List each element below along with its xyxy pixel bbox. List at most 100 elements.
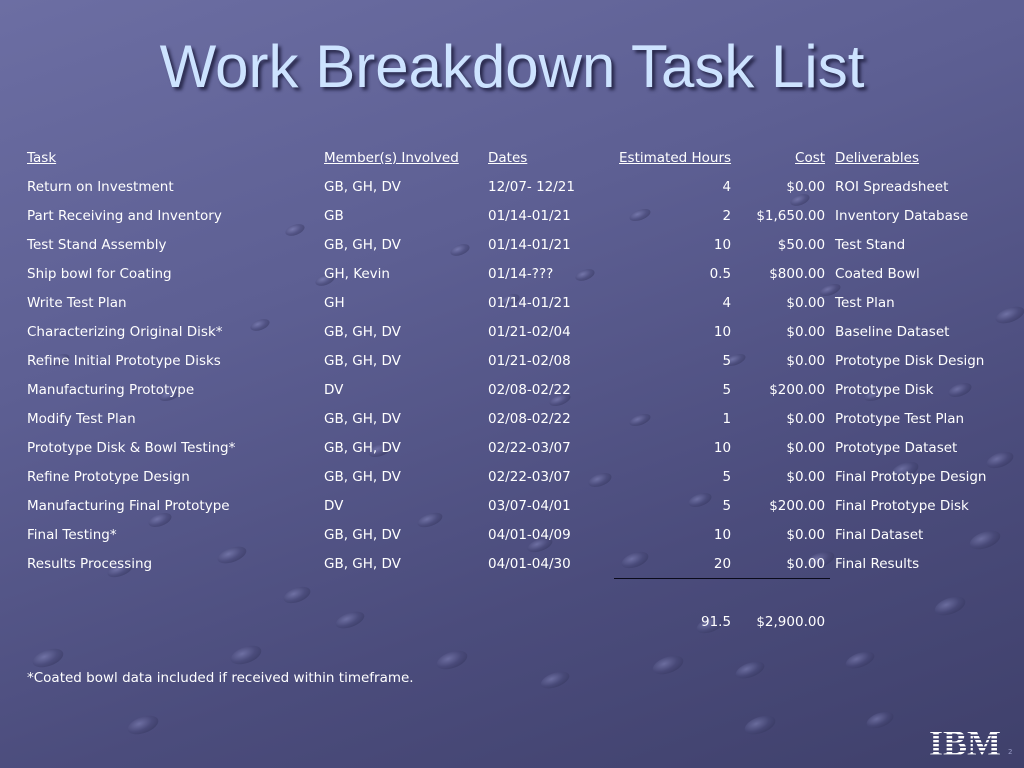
- cell-deliverables: Final Results: [835, 555, 920, 572]
- table-row: Results Processing GB, GH, DV 04/01-04/30 2…: [22, 549, 1000, 579]
- cell-task: Final Testing*: [27, 526, 117, 543]
- cell-cost: $0.00: [736, 549, 831, 579]
- cell-members: DV: [324, 381, 344, 398]
- cell-members: GB, GH, DV: [324, 526, 401, 543]
- cell-members: GH, Kevin: [324, 265, 390, 282]
- cell-hours: 1: [722, 410, 732, 427]
- cell-deliverables: Coated Bowl: [835, 265, 920, 282]
- cell-members: GB, GH, DV: [324, 468, 401, 485]
- cell-task: Part Receiving and Inventory: [27, 207, 222, 224]
- table-row: Modify Test Plan GB, GH, DV 02/08-02/22 1 $0…: [22, 404, 1000, 433]
- cell-cost: $0.00: [786, 323, 826, 340]
- spacer-row: [22, 579, 1000, 608]
- cell-hours: 10: [713, 526, 732, 543]
- cell-hours: 5: [722, 497, 732, 514]
- table-row: Return on Investment GB, GH, DV 12/07- 12/…: [22, 172, 1000, 201]
- total-empty-cell: [319, 608, 483, 637]
- table-row: Manufacturing Prototype DV 02/08-02/22 5 $20…: [22, 375, 1000, 404]
- cell-deliverables: Baseline Dataset: [835, 323, 950, 340]
- table-row: Manufacturing Final Prototype DV 03/07-04/…: [22, 491, 1000, 520]
- table-row: Refine Prototype Design GB, GH, DV 02/22-0…: [22, 462, 1000, 491]
- header-members: Member(s) Involved: [324, 149, 459, 166]
- cell-cost: $0.00: [786, 410, 826, 427]
- total-hours: 91.5: [700, 614, 732, 630]
- cell-hours: 4: [722, 294, 732, 311]
- cell-cost: $0.00: [786, 178, 826, 195]
- cell-hours: 2: [722, 207, 732, 224]
- cell-cost: $800.00: [769, 265, 826, 282]
- cell-dates: 01/21-02/08: [488, 352, 571, 369]
- total-cost: $2,900.00: [756, 614, 826, 630]
- cell-dates: 01/14-01/21: [488, 294, 571, 311]
- cell-members: GH: [324, 294, 345, 311]
- task-table: Task Member(s) Involved Dates Estimated …: [22, 143, 1000, 637]
- cell-cost: $0.00: [786, 294, 826, 311]
- cell-task: Refine Initial Prototype Disks: [27, 352, 221, 369]
- cell-dates: 01/14-???: [488, 265, 554, 282]
- cell-hours: 20: [614, 549, 737, 579]
- total-empty-cell: [22, 608, 319, 637]
- cell-members: GB, GH, DV: [324, 410, 401, 427]
- slide-number: 2: [1008, 748, 1013, 756]
- cell-hours: 5: [722, 381, 732, 398]
- cell-deliverables: Prototype Dataset: [835, 439, 958, 456]
- cell-hours: 10: [713, 439, 732, 456]
- cell-members: GB, GH, DV: [324, 352, 401, 369]
- cell-dates: 01/21-02/04: [488, 323, 571, 340]
- cell-deliverables: Final Dataset: [835, 526, 924, 543]
- cell-dates: 02/08-02/22: [488, 381, 571, 398]
- header-deliverables: Deliverables: [835, 149, 920, 166]
- table-row: Ship bowl for Coating GH, Kevin 01/14-??? 0…: [22, 259, 1000, 288]
- cell-cost: $50.00: [777, 236, 826, 253]
- cell-members: GB, GH, DV: [324, 555, 401, 572]
- table-header-row: Task Member(s) Involved Dates Estimated …: [22, 143, 1000, 172]
- footnote: *Coated bowl data included if received w…: [27, 670, 414, 686]
- cell-cost: $200.00: [769, 497, 826, 514]
- totals-row: 91.5 $2,900.00: [22, 608, 1000, 637]
- cell-dates: 01/14-01/21: [488, 236, 571, 253]
- total-empty-cell: [483, 608, 614, 637]
- cell-hours: 10: [713, 236, 732, 253]
- total-empty-cell: [830, 608, 1000, 637]
- cell-hours: 5: [722, 352, 732, 369]
- cell-deliverables: ROI Spreadsheet: [835, 178, 949, 195]
- cell-hours: 10: [713, 323, 732, 340]
- cell-task: Manufacturing Prototype: [27, 381, 195, 398]
- ibm-logo-text: IBM: [929, 724, 1001, 760]
- header-hours: Estimated Hours: [619, 149, 732, 166]
- cell-hours: 0.5: [709, 265, 732, 282]
- cell-dates: 01/14-01/21: [488, 207, 571, 224]
- cell-members: GB, GH, DV: [324, 178, 401, 195]
- cell-members: DV: [324, 497, 344, 514]
- cell-cost: $1,650.00: [756, 207, 826, 224]
- header-dates: Dates: [488, 149, 528, 166]
- cell-dates: 02/08-02/22: [488, 410, 571, 427]
- cell-dates: 03/07-04/01: [488, 497, 571, 514]
- table-row: Refine Initial Prototype Disks GB, GH, DV…: [22, 346, 1000, 375]
- cell-task: Results Processing: [27, 555, 153, 572]
- cell-cost: $0.00: [786, 439, 826, 456]
- ibm-logo-icon: IBM: [929, 724, 1001, 760]
- cell-task: Write Test Plan: [27, 294, 127, 311]
- cell-deliverables: Final Prototype Disk: [835, 497, 969, 514]
- table-row: Prototype Disk & Bowl Testing* GB, GH, DV…: [22, 433, 1000, 462]
- cell-cost: $0.00: [786, 468, 826, 485]
- cell-members: GB, GH, DV: [324, 439, 401, 456]
- cell-members: GB: [324, 207, 344, 224]
- header-cost: Cost: [795, 149, 826, 166]
- cell-deliverables: Prototype Disk Design: [835, 352, 985, 369]
- cell-task: Prototype Disk & Bowl Testing*: [27, 439, 236, 456]
- cell-deliverables: Final Prototype Design: [835, 468, 987, 485]
- cell-task: Refine Prototype Design: [27, 468, 190, 485]
- slide-title: Work Breakdown Task List: [159, 33, 865, 100]
- cell-deliverables: Test Stand: [835, 236, 906, 253]
- cell-dates: 04/01-04/09: [488, 526, 571, 543]
- table-row: Characterizing Original Disk* GB, GH, DV 0…: [22, 317, 1000, 346]
- cell-cost: $0.00: [786, 526, 826, 543]
- cell-deliverables: Prototype Disk: [835, 381, 934, 398]
- cell-task: Test Stand Assembly: [27, 236, 167, 253]
- cell-members: GB, GH, DV: [324, 323, 401, 340]
- cell-deliverables: Test Plan: [835, 294, 895, 311]
- header-task: Task: [27, 149, 57, 166]
- cell-deliverables: Prototype Test Plan: [835, 410, 965, 427]
